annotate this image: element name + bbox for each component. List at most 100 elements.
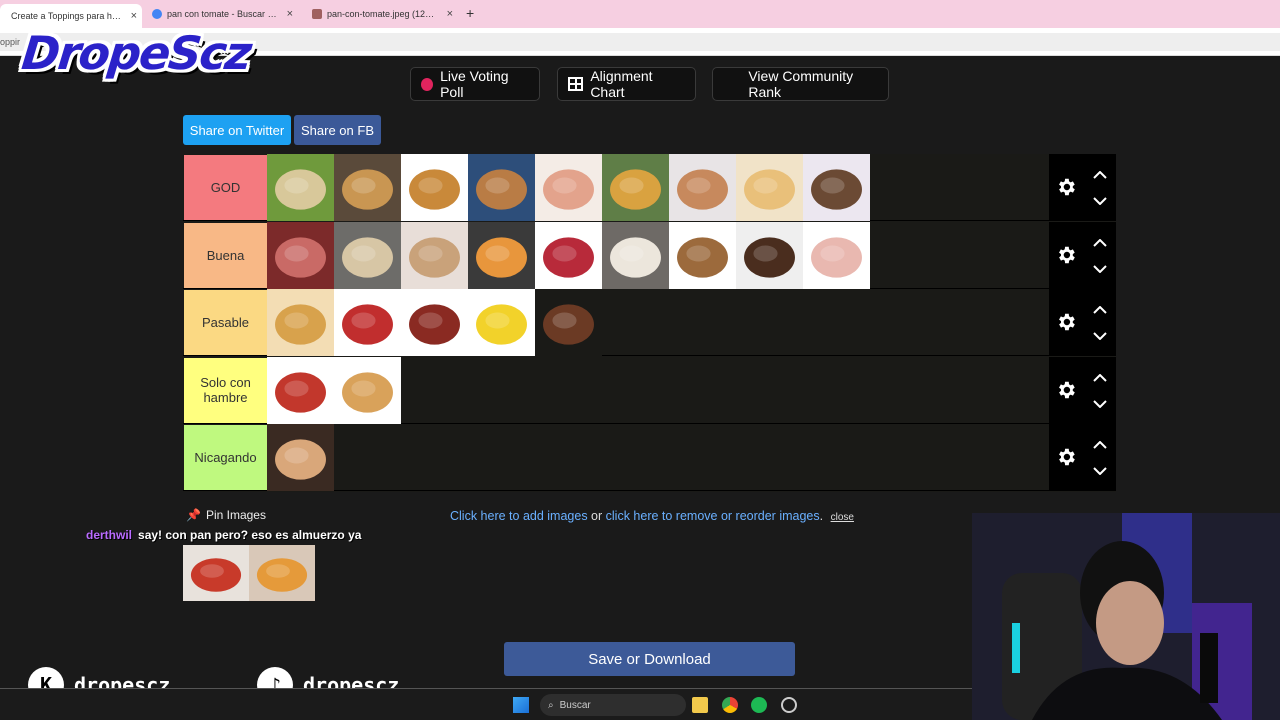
chevron-up-icon[interactable]	[1093, 238, 1107, 247]
taskbar-search-label: Buscar	[559, 699, 591, 711]
avocado-toast-image[interactable]	[267, 154, 334, 221]
taskbar-search[interactable]: ⌕ Buscar	[540, 694, 686, 716]
share-twitter-button[interactable]: Share on Twitter	[183, 115, 291, 145]
share-fb-button[interactable]: Share on FB	[294, 115, 381, 145]
jam-toast-image[interactable]	[535, 221, 602, 289]
egg-bun-image[interactable]	[249, 545, 315, 601]
chevron-down-icon[interactable]	[1093, 399, 1107, 408]
chicken-bun-image[interactable]	[334, 221, 401, 289]
tier-label[interactable]: GOD	[184, 155, 267, 220]
tier-controls	[1049, 424, 1116, 491]
chrome-icon[interactable]	[722, 697, 738, 713]
cheese-bun-image[interactable]	[468, 221, 535, 289]
chocolate-toast-image[interactable]	[535, 289, 602, 356]
chevron-down-icon[interactable]	[1093, 467, 1107, 475]
tab-title: pan-con-tomate.jpeg (1200×9	[327, 9, 439, 19]
grilled-cheese-image[interactable]	[267, 289, 334, 356]
tier-controls	[1049, 154, 1116, 221]
tier-items	[267, 289, 602, 356]
sub-sandwich-image[interactable]	[334, 356, 401, 424]
meat-patties-image[interactable]	[736, 221, 803, 289]
tuna-toast-image[interactable]	[535, 154, 602, 221]
view-community-rank-label: View Community Rank	[748, 68, 854, 100]
tab-image[interactable]: pan-con-tomate.jpeg (1200×9 ×	[306, 3, 458, 25]
tier-label[interactable]: Nicagando	[184, 425, 267, 490]
pin-icon: 📌	[186, 508, 201, 522]
add-images-link[interactable]: Click here to add images	[450, 509, 588, 523]
chevron-down-icon[interactable]	[1093, 264, 1107, 273]
close-icon[interactable]: ×	[287, 8, 293, 20]
image-icon	[312, 9, 322, 19]
tier-row: Nicagando	[183, 424, 1116, 491]
search-icon: ⌕	[548, 699, 554, 711]
tier-row: Buena	[183, 221, 1116, 289]
or-text: or	[587, 509, 606, 523]
tab-create-toppings[interactable]: Create a Toppings para huntar ×	[0, 4, 142, 28]
grid-icon	[568, 77, 584, 91]
alignment-chart-button[interactable]: Alignment Chart	[557, 67, 696, 101]
pin-images-toggle[interactable]: 📌 Pin Images	[186, 508, 266, 522]
save-download-button[interactable]: Save or Download	[504, 642, 795, 676]
chevron-down-icon[interactable]	[1093, 197, 1107, 205]
chevron-up-icon[interactable]	[1093, 306, 1107, 314]
windows-start-icon[interactable]	[513, 697, 529, 713]
butter-box-image[interactable]	[468, 289, 535, 356]
tab-google-search[interactable]: pan con tomate - Buscar con G ×	[146, 3, 298, 25]
live-voting-poll-button[interactable]: Live Voting Poll	[410, 67, 540, 101]
image-links: Click here to add images or click here t…	[450, 509, 854, 523]
hamburger-image[interactable]	[669, 221, 736, 289]
alignment-chart-label: Alignment Chart	[590, 68, 653, 100]
tab-title: Create a Toppings para huntar	[11, 11, 123, 21]
reorder-images-link[interactable]: click here to remove or reorder images	[606, 509, 820, 523]
file-explorer-icon[interactable]	[692, 697, 708, 713]
view-community-rank-button[interactable]: View Community Rank	[712, 67, 889, 101]
pinned-images	[183, 545, 315, 601]
tier-row: GOD	[183, 154, 1116, 221]
close-icon[interactable]: ×	[447, 8, 453, 20]
hot-dog-image[interactable]	[401, 221, 468, 289]
chevron-up-icon[interactable]	[1093, 171, 1107, 179]
tomato-bread-image[interactable]	[183, 545, 249, 601]
webcam-image	[972, 513, 1280, 720]
tier-grid-icon	[723, 74, 741, 94]
chat-username: derthwil	[86, 528, 133, 542]
gear-icon[interactable]	[1055, 311, 1077, 333]
close-link[interactable]: close	[831, 512, 854, 523]
gear-icon[interactable]	[1055, 379, 1077, 401]
gear-icon[interactable]	[1055, 176, 1077, 198]
webcam-overlay	[972, 513, 1280, 720]
burger-image[interactable]	[468, 154, 535, 221]
record-icon	[421, 77, 434, 91]
gear-icon[interactable]	[1055, 244, 1077, 266]
tab-title: pan con tomate - Buscar con G	[167, 9, 279, 19]
meat-sandwich-image[interactable]	[803, 154, 870, 221]
tier-items	[267, 154, 870, 221]
ham-white-sandwich-image[interactable]	[803, 221, 870, 289]
grilled-sandwich-image[interactable]	[401, 154, 468, 221]
tier-controls	[1049, 221, 1116, 289]
chevron-down-icon[interactable]	[1093, 332, 1107, 340]
toasted-bread-image[interactable]	[334, 154, 401, 221]
dulce-cup-image[interactable]	[401, 289, 468, 356]
spotify-icon[interactable]	[751, 697, 767, 713]
tier-label[interactable]: Solo con hambre	[184, 357, 267, 423]
chevron-up-icon[interactable]	[1093, 441, 1107, 449]
bacon-image[interactable]	[267, 221, 334, 289]
gear-icon[interactable]	[1055, 446, 1077, 468]
tier-label[interactable]: Buena	[184, 222, 267, 288]
honey-jar-image[interactable]	[602, 154, 669, 221]
chevron-up-icon[interactable]	[1093, 373, 1107, 382]
app-icon[interactable]	[781, 697, 797, 713]
cream-toast-image[interactable]	[602, 221, 669, 289]
ham-sandwich-image[interactable]	[736, 154, 803, 221]
spread-toast-image[interactable]	[669, 154, 736, 221]
tier-label[interactable]: Pasable	[184, 290, 267, 355]
close-icon[interactable]: ×	[131, 10, 137, 22]
tier-items	[267, 356, 401, 424]
ketchup-bread-image[interactable]	[267, 356, 334, 424]
peanut-toast-image[interactable]	[267, 424, 334, 491]
new-tab-button[interactable]: +	[466, 5, 474, 21]
tuna-can-image[interactable]	[334, 289, 401, 356]
tier-items	[267, 424, 334, 491]
tier-items	[267, 221, 870, 289]
